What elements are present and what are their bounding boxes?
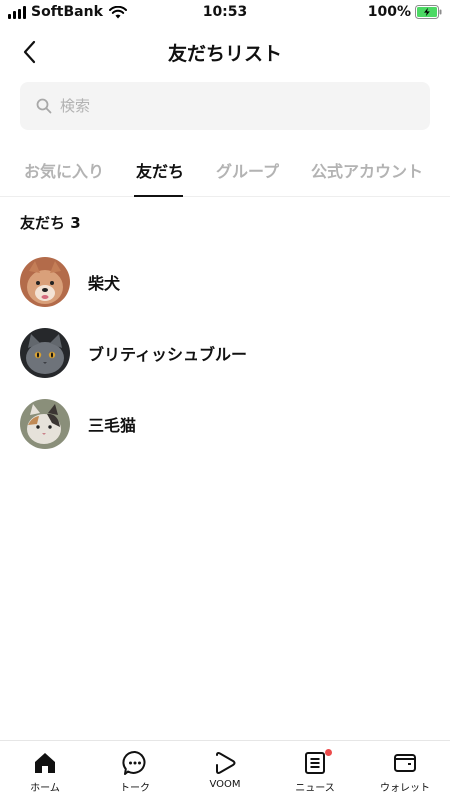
notification-dot [325,749,332,756]
list-item[interactable]: ブリティッシュブルー [0,317,450,388]
nav-home[interactable]: ホーム [0,741,90,800]
tab-official-accounts[interactable]: 公式アカウント [311,158,423,182]
nav-header: 友だちリスト [0,30,450,74]
active-tab-indicator [134,195,183,197]
tab-friends[interactable]: 友だち [136,158,184,182]
battery-charging-icon [415,5,442,19]
status-right: 100% [368,4,442,20]
friend-name: 三毛猫 [88,415,137,435]
avatar-shiba-dog [20,256,70,307]
wallet-icon [392,750,418,776]
friend-name: 柴犬 [88,273,121,293]
nav-news-label: ニュース [295,783,335,794]
search-icon [36,98,52,114]
nav-talk-label: トーク [120,783,150,794]
nav-news[interactable]: ニュース [270,741,360,800]
bottom-nav: ホーム トーク VOOM ニュース ウォレット [0,740,450,800]
nav-home-label: ホーム [30,783,60,794]
voom-icon [212,750,238,776]
friend-list: 柴犬 ブリティッシュブルー 三毛猫 [0,246,450,459]
nav-voom-label: VOOM [209,779,241,790]
nav-wallet[interactable]: ウォレット [360,741,450,800]
avatar-british-blue-cat [20,327,70,378]
search-input[interactable] [60,97,400,115]
list-item[interactable]: 柴犬 [0,246,450,317]
news-icon [302,750,328,776]
tab-bar: お気に入り 友だち グループ 公式アカウント [0,140,450,197]
home-icon [32,750,58,776]
nav-voom[interactable]: VOOM [180,741,270,800]
tab-groups[interactable]: グループ [216,158,279,182]
avatar-calico-cat [20,398,70,449]
nav-wallet-label: ウォレット [380,783,430,794]
list-item[interactable]: 三毛猫 [0,388,450,459]
tab-favorites[interactable]: お気に入り [24,158,104,182]
status-bar: SoftBank 10:53 100% [0,0,450,26]
friend-name: ブリティッシュブルー [88,344,248,364]
nav-talk[interactable]: トーク [90,741,180,800]
battery-percentage: 100% [367,4,411,20]
chat-icon [122,750,148,776]
search-bar[interactable] [20,82,430,130]
page-title: 友だちリスト [167,43,282,65]
section-title: 友だち 3 [20,214,81,232]
